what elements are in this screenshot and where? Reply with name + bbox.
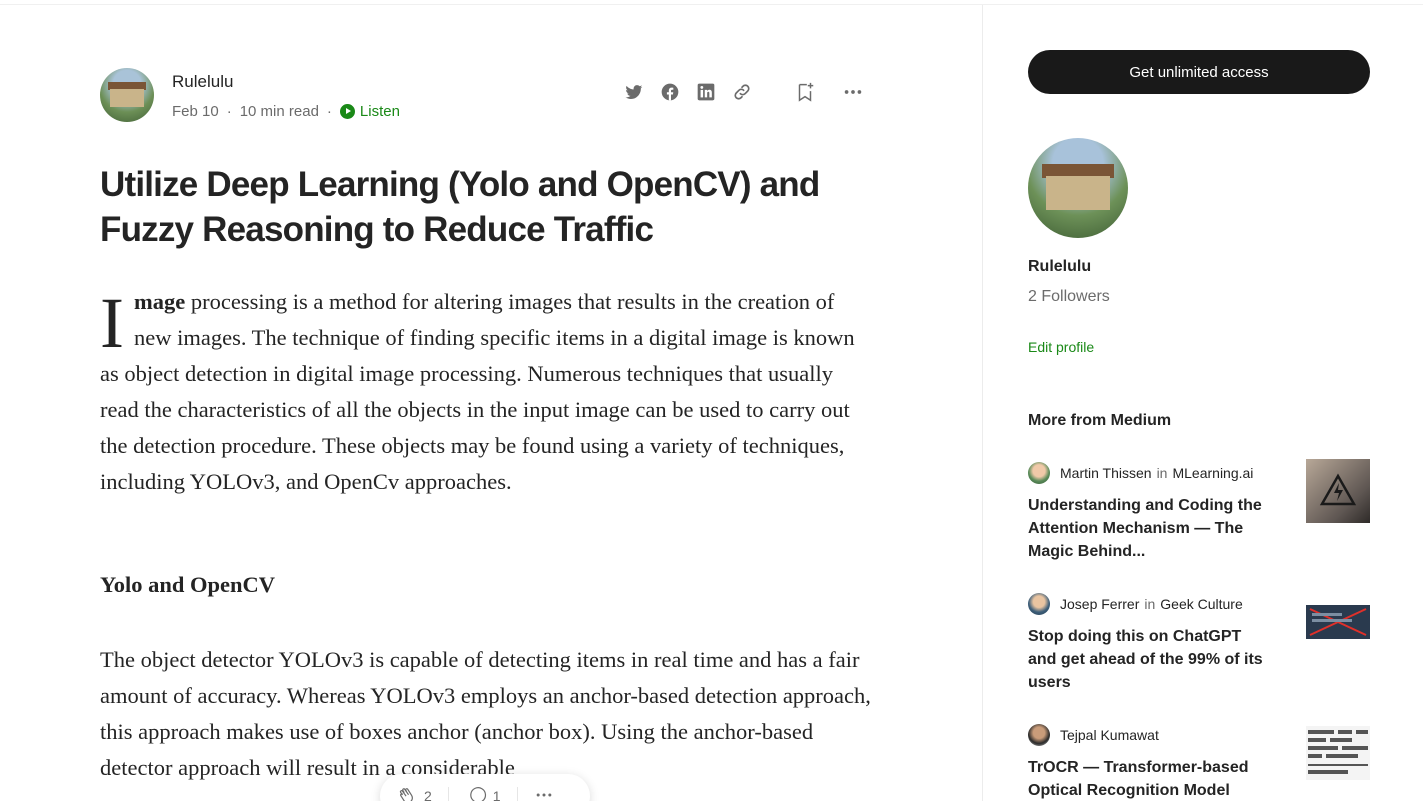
paragraph: The object detector YOLOv3 is capable of… (100, 647, 871, 780)
top-border (0, 4, 1423, 5)
author-avatar[interactable] (1028, 462, 1050, 484)
more-from-medium-heading: More from Medium (1028, 412, 1172, 429)
paragraph: Image processing is a method for alterin… (100, 284, 860, 500)
author-avatar[interactable] (1028, 724, 1050, 746)
comment-count: 1 (492, 788, 501, 801)
more-icon (534, 785, 554, 801)
author-avatar[interactable] (1028, 593, 1050, 615)
clap-button[interactable]: 2 (380, 774, 448, 801)
story-thumbnail[interactable] (1306, 459, 1370, 523)
story-author[interactable]: Martin Thissen (1060, 465, 1152, 481)
comment-icon (465, 784, 487, 801)
bookmark-add-icon[interactable] (793, 80, 817, 104)
recommended-story[interactable]: Martin Thissen in MLearning.ai Understan… (1028, 459, 1370, 563)
sidebar-divider (982, 5, 983, 801)
edit-profile-link[interactable]: Edit profile (1028, 339, 1094, 355)
story-thumbnail[interactable] (1306, 605, 1370, 639)
article-page: Rulelulu Feb 10 · 10 min read · Listen U (0, 0, 1423, 801)
more-icon[interactable] (841, 80, 865, 104)
story-publication[interactable]: MLearning.ai (1172, 465, 1253, 481)
meta-separator: · (226, 103, 232, 120)
more-actions-button[interactable] (518, 774, 570, 801)
lead-word: mage (133, 289, 186, 314)
author-avatar[interactable] (100, 68, 154, 122)
article-body: Image processing is a method for alterin… (100, 284, 871, 780)
play-icon (339, 104, 355, 119)
get-unlimited-access-button[interactable]: Get unlimited access (1028, 50, 1370, 94)
profile-avatar[interactable] (1028, 138, 1128, 238)
story-author[interactable]: Tejpal Kumawat (1060, 727, 1159, 743)
listen-button[interactable]: Listen (339, 103, 400, 120)
paragraph-text: processing is a method for altering imag… (100, 289, 855, 494)
article-title: Utilize Deep Learning (Yolo and OpenCV) … (100, 165, 820, 249)
story-title[interactable]: TrOCR — Transformer-based Optical Recogn… (1028, 756, 1268, 801)
clap-count: 2 (424, 788, 432, 801)
link-icon[interactable] (730, 80, 754, 104)
comment-button[interactable]: 1 (449, 774, 517, 801)
article-meta: Feb 10 · 10 min read · Listen (172, 103, 400, 120)
linkedin-icon[interactable] (694, 80, 718, 104)
profile-name[interactable]: Rulelulu (1028, 258, 1091, 276)
story-thumbnail[interactable] (1306, 726, 1370, 780)
follower-count[interactable]: 2 Followers (1028, 288, 1110, 306)
recommended-story[interactable]: Tejpal Kumawat TrOCR — Transformer-based… (1028, 724, 1370, 801)
floating-action-bar: 2 1 (380, 774, 590, 801)
recommended-story[interactable]: Josep Ferrer in Geek Culture Stop doing … (1028, 593, 1370, 694)
listen-label: Listen (359, 103, 400, 120)
clap-icon (396, 784, 418, 801)
read-time: 10 min read (239, 103, 319, 120)
twitter-icon[interactable] (622, 80, 646, 104)
story-title[interactable]: Stop doing this on ChatGPT and get ahead… (1028, 625, 1268, 694)
story-author[interactable]: Josep Ferrer (1060, 596, 1139, 612)
facebook-icon[interactable] (658, 80, 682, 104)
section-heading: Yolo and OpenCV (100, 572, 276, 597)
story-publication[interactable]: Geek Culture (1160, 596, 1242, 612)
author-name[interactable]: Rulelulu (172, 72, 233, 92)
in-label: in (1156, 465, 1168, 481)
meta-separator: · (326, 103, 332, 120)
publish-date: Feb 10 (172, 103, 219, 120)
drop-cap: I (100, 283, 124, 363)
in-label: in (1144, 596, 1156, 612)
story-title[interactable]: Understanding and Coding the Attention M… (1028, 494, 1268, 563)
